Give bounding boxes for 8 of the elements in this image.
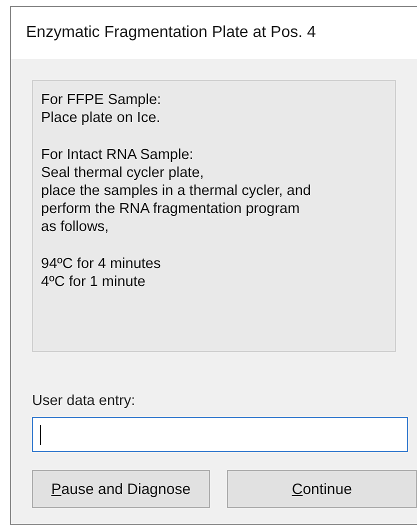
- instruction-text: For FFPE Sample: Place plate on Ice.: [41, 91, 162, 127]
- window-title: Enzymatic Fragmentation Plate at Pos. 4: [26, 24, 316, 42]
- input-field[interactable]: [32, 417, 408, 452]
- pause-button[interactable]: Pause and Diagnose: [32, 470, 210, 508]
- field-label: User data entry:: [32, 393, 136, 409]
- continue-button[interactable]: Continue: [226, 470, 417, 508]
- instruction-text: 94ºC for 4 minutes 4ºC for 1 minute: [41, 255, 162, 291]
- instruction-text: For Intact RNA Sample: Seal thermal cycler plate, place the samples in a thermal cycler, and perform the RNA fragmentation program as follows,: [41, 146, 312, 236]
